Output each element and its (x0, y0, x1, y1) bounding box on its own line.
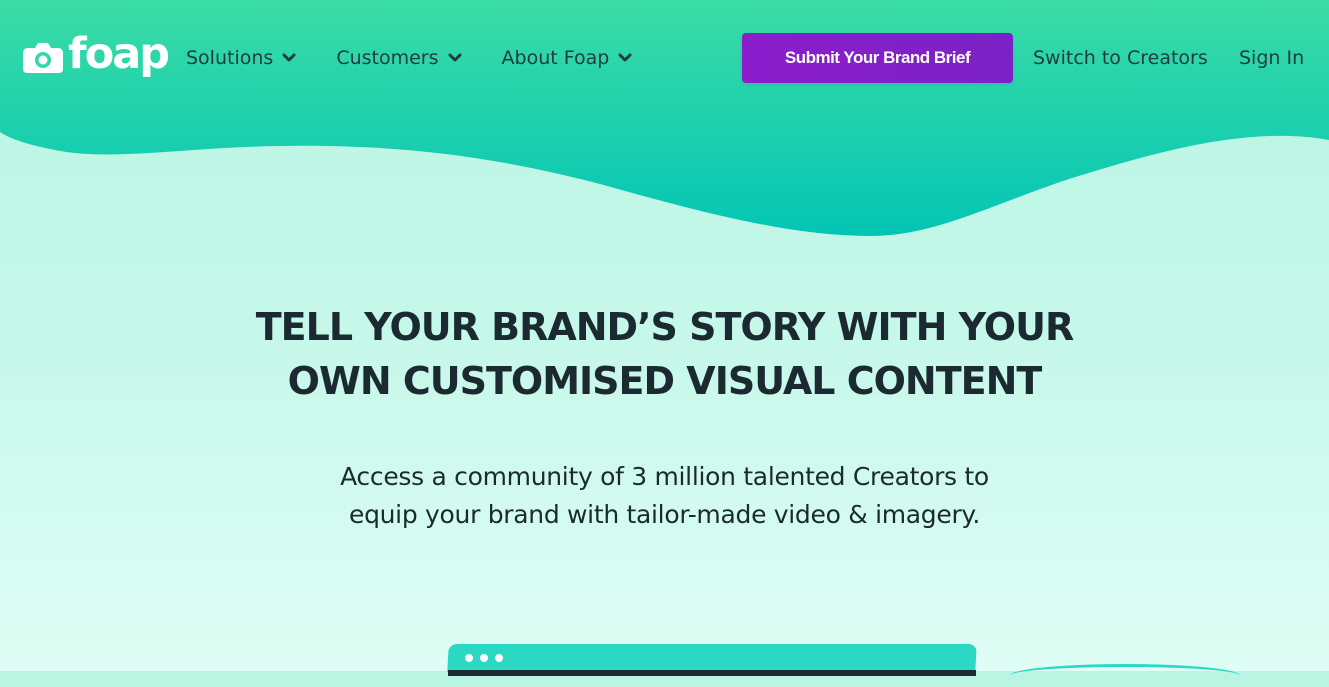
nav-item-label: Solutions (186, 47, 274, 69)
hero-subtitle-line-1: Access a community of 3 million talented… (340, 462, 989, 491)
nav-menu: Solutions Customers About Foap (186, 47, 672, 69)
hero-subtitle-line-2: equip your brand with tailor-made video … (348, 500, 980, 529)
hero-title-line-1: TELL YOUR BRAND’S STORY WITH YOUR (255, 305, 1074, 349)
browser-dot-icon (480, 654, 488, 662)
foap-logo[interactable]: foap (22, 28, 170, 82)
nav-item-about-foap[interactable]: About Foap (502, 47, 633, 69)
hero-section: TELL YOUR BRAND’S STORY WITH YOUR OWN CU… (0, 300, 1329, 534)
camera-icon (23, 43, 63, 73)
browser-dot-icon (495, 654, 503, 662)
nav-item-solutions[interactable]: Solutions (186, 47, 296, 69)
submit-brand-brief-button[interactable]: Submit Your Brand Brief (742, 33, 1013, 83)
browser-window-illustration (447, 644, 977, 684)
chevron-down-icon (448, 53, 462, 62)
switch-to-creators-link[interactable]: Switch to Creators (1033, 47, 1208, 69)
nav-item-label: Customers (336, 47, 439, 69)
logo-text: foap (68, 28, 170, 79)
hero-title-line-2: OWN CUSTOMISED VISUAL CONTENT (287, 359, 1043, 403)
chevron-down-icon (618, 53, 632, 62)
nav-item-label: About Foap (501, 47, 610, 69)
nav-item-customers[interactable]: Customers (336, 47, 462, 69)
hero-subtitle: Access a community of 3 million talented… (305, 458, 1025, 534)
browser-title-bar (447, 644, 977, 672)
decorative-curve (1010, 664, 1240, 687)
hero-title: TELL YOUR BRAND’S STORY WITH YOUR OWN CU… (215, 300, 1115, 408)
browser-dot-icon (465, 654, 473, 662)
chevron-down-icon (282, 53, 296, 62)
top-navigation: foap Solutions Customers About Foap Subm… (0, 0, 1329, 118)
sign-in-link[interactable]: Sign In (1239, 47, 1304, 69)
